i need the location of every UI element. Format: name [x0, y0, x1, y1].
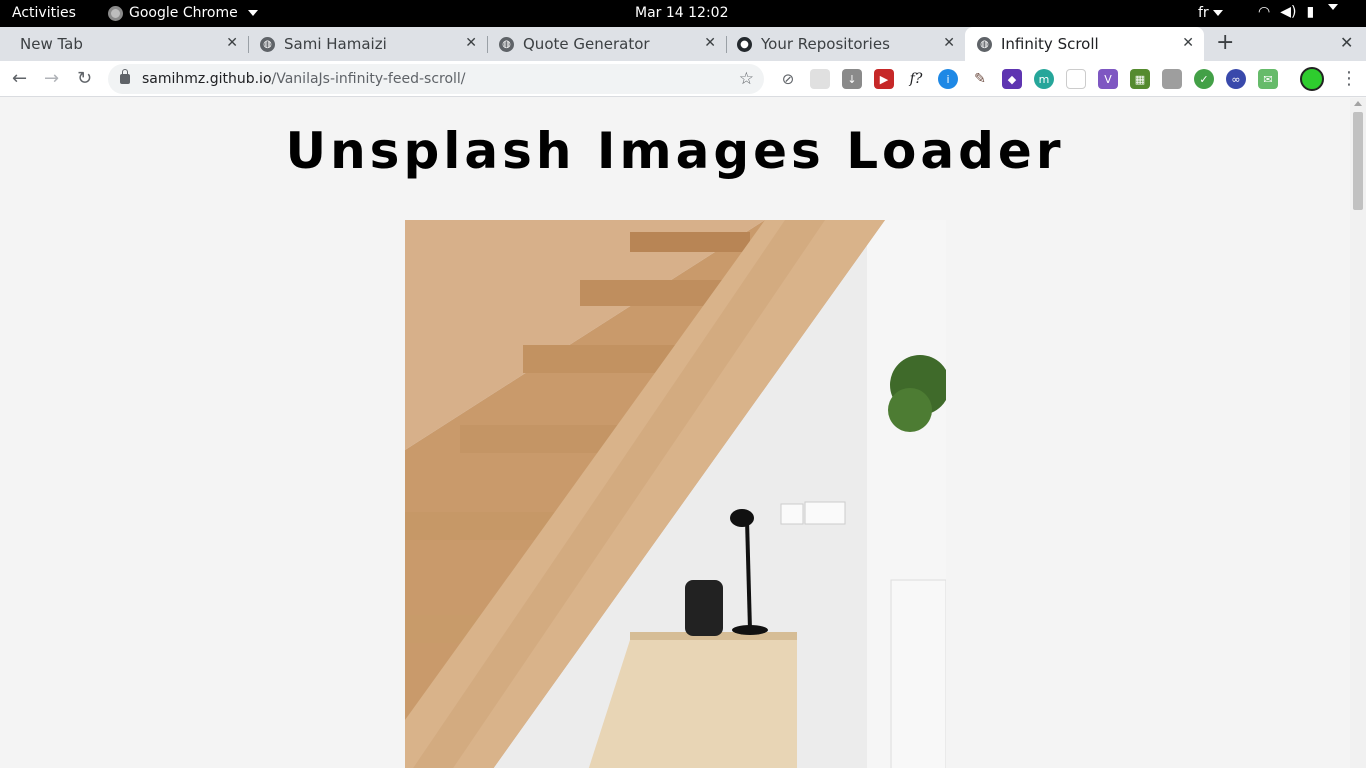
tab-title: Quote Generator	[523, 35, 650, 53]
chevron-down-icon	[1328, 4, 1339, 10]
tab-new-tab[interactable]: New Tab ✕	[0, 27, 249, 61]
system-top-bar: Activities Google Chrome Mar 14 12:02 fr…	[0, 0, 1366, 27]
chrome-icon	[108, 5, 123, 21]
battery-icon: ▮	[1306, 4, 1315, 20]
tools-icon[interactable]: ✎	[970, 69, 990, 89]
scrollbar-thumb[interactable]	[1353, 112, 1363, 210]
font-finder-icon[interactable]: f?	[906, 69, 926, 89]
url-path: /VanilaJs-infinity-feed-scroll/	[271, 71, 466, 87]
url-text: samihmz.github.io/VanilaJs-infinity-feed…	[142, 71, 466, 87]
close-icon[interactable]: ✕	[226, 35, 238, 51]
tab-title: Sami Hamaizi	[284, 35, 387, 53]
reload-icon[interactable]: ↻	[77, 68, 92, 89]
tab-quote-generator[interactable]: ◍ Quote Generator ✕	[487, 27, 727, 61]
vue-devtools-icon[interactable]: V	[1098, 69, 1118, 89]
language-label: fr	[1198, 5, 1209, 21]
tab-title: New Tab	[20, 35, 83, 53]
bookmark-star-icon[interactable]: ☆	[739, 69, 754, 89]
tab-infinity-scroll[interactable]: ◍ Infinity Scroll ✕	[965, 27, 1204, 61]
link-extension-icon[interactable]: ∞	[1226, 69, 1246, 89]
tab-your-repositories[interactable]: ● Your Repositories ✕	[726, 27, 965, 61]
extensions-area: ⊘ ↓ ▶ f? i ✎ ◆ m V ▦ ✓ ∞ ✉	[778, 69, 1278, 89]
github-icon: ●	[737, 36, 752, 52]
system-tray[interactable]: ◠ ◀) ▮	[1258, 4, 1339, 20]
tab-sami-hamaizi[interactable]: ◍ Sami Hamaizi ✕	[248, 27, 488, 61]
lock-icon[interactable]	[120, 69, 130, 84]
video-download-icon[interactable]: ▶	[874, 69, 894, 89]
more-menu-icon[interactable]: ⋮	[1340, 68, 1358, 89]
close-icon[interactable]: ✕	[943, 35, 955, 51]
window-close-icon[interactable]: ✕	[1340, 33, 1353, 52]
close-icon[interactable]: ✕	[704, 35, 716, 51]
new-tab-button[interactable]: +	[1216, 30, 1234, 55]
sheet-extension-icon[interactable]: ▦	[1130, 69, 1150, 89]
url-host: samihmz.github.io	[142, 71, 272, 87]
unsplash-image	[405, 220, 946, 768]
app-name: Google Chrome	[129, 5, 238, 21]
profile-avatar[interactable]	[1300, 67, 1324, 91]
back-arrow-icon[interactable]: ←	[12, 68, 27, 89]
activities-button[interactable]: Activities	[12, 5, 76, 21]
app-menu[interactable]: Google Chrome	[108, 5, 258, 21]
vertical-scrollbar[interactable]	[1350, 98, 1366, 768]
forward-arrow-icon[interactable]: →	[44, 68, 59, 89]
language-indicator[interactable]: fr	[1198, 5, 1223, 21]
m-extension-icon[interactable]: m	[1034, 69, 1054, 89]
scroll-up-arrow-icon[interactable]	[1354, 101, 1362, 106]
chevron-down-icon	[1212, 10, 1223, 16]
page-viewport: Unsplash Images Loader	[0, 98, 1350, 768]
block-icon[interactable]: ⊘	[778, 69, 798, 89]
tab-title: Your Repositories	[761, 35, 890, 53]
chevron-down-icon	[247, 10, 258, 16]
download-icon[interactable]: ↓	[842, 69, 862, 89]
avatar-extension-icon[interactable]	[1162, 69, 1182, 89]
page-title: Unsplash Images Loader	[285, 122, 1065, 180]
globe-icon: ◍	[499, 36, 514, 52]
globe-icon: ◍	[260, 36, 275, 52]
info-extension-icon[interactable]: i	[938, 69, 958, 89]
staircase-photo	[405, 220, 946, 768]
globe-icon: ◍	[977, 36, 992, 52]
shield-icon[interactable]: ✓	[1194, 69, 1214, 89]
browser-toolbar: ← → ↻ samihmz.github.io/VanilaJs-infinit…	[0, 61, 1366, 97]
extension-badge-icon[interactable]: ◆	[1002, 69, 1022, 89]
extension-icon[interactable]	[810, 69, 830, 89]
tab-title: Infinity Scroll	[1001, 35, 1099, 53]
close-icon[interactable]: ✕	[1182, 35, 1194, 51]
clock[interactable]: Mar 14 12:02	[635, 5, 728, 21]
volume-icon: ◀)	[1280, 4, 1297, 20]
wifi-icon: ◠	[1258, 4, 1271, 20]
tab-strip: New Tab ✕ ◍ Sami Hamaizi ✕ ◍ Quote Gener…	[0, 27, 1366, 61]
close-icon[interactable]: ✕	[465, 35, 477, 51]
address-bar[interactable]: samihmz.github.io/VanilaJs-infinity-feed…	[108, 64, 764, 94]
calendar-icon[interactable]	[1066, 69, 1086, 89]
inbox-extension-icon[interactable]: ✉	[1258, 69, 1278, 89]
